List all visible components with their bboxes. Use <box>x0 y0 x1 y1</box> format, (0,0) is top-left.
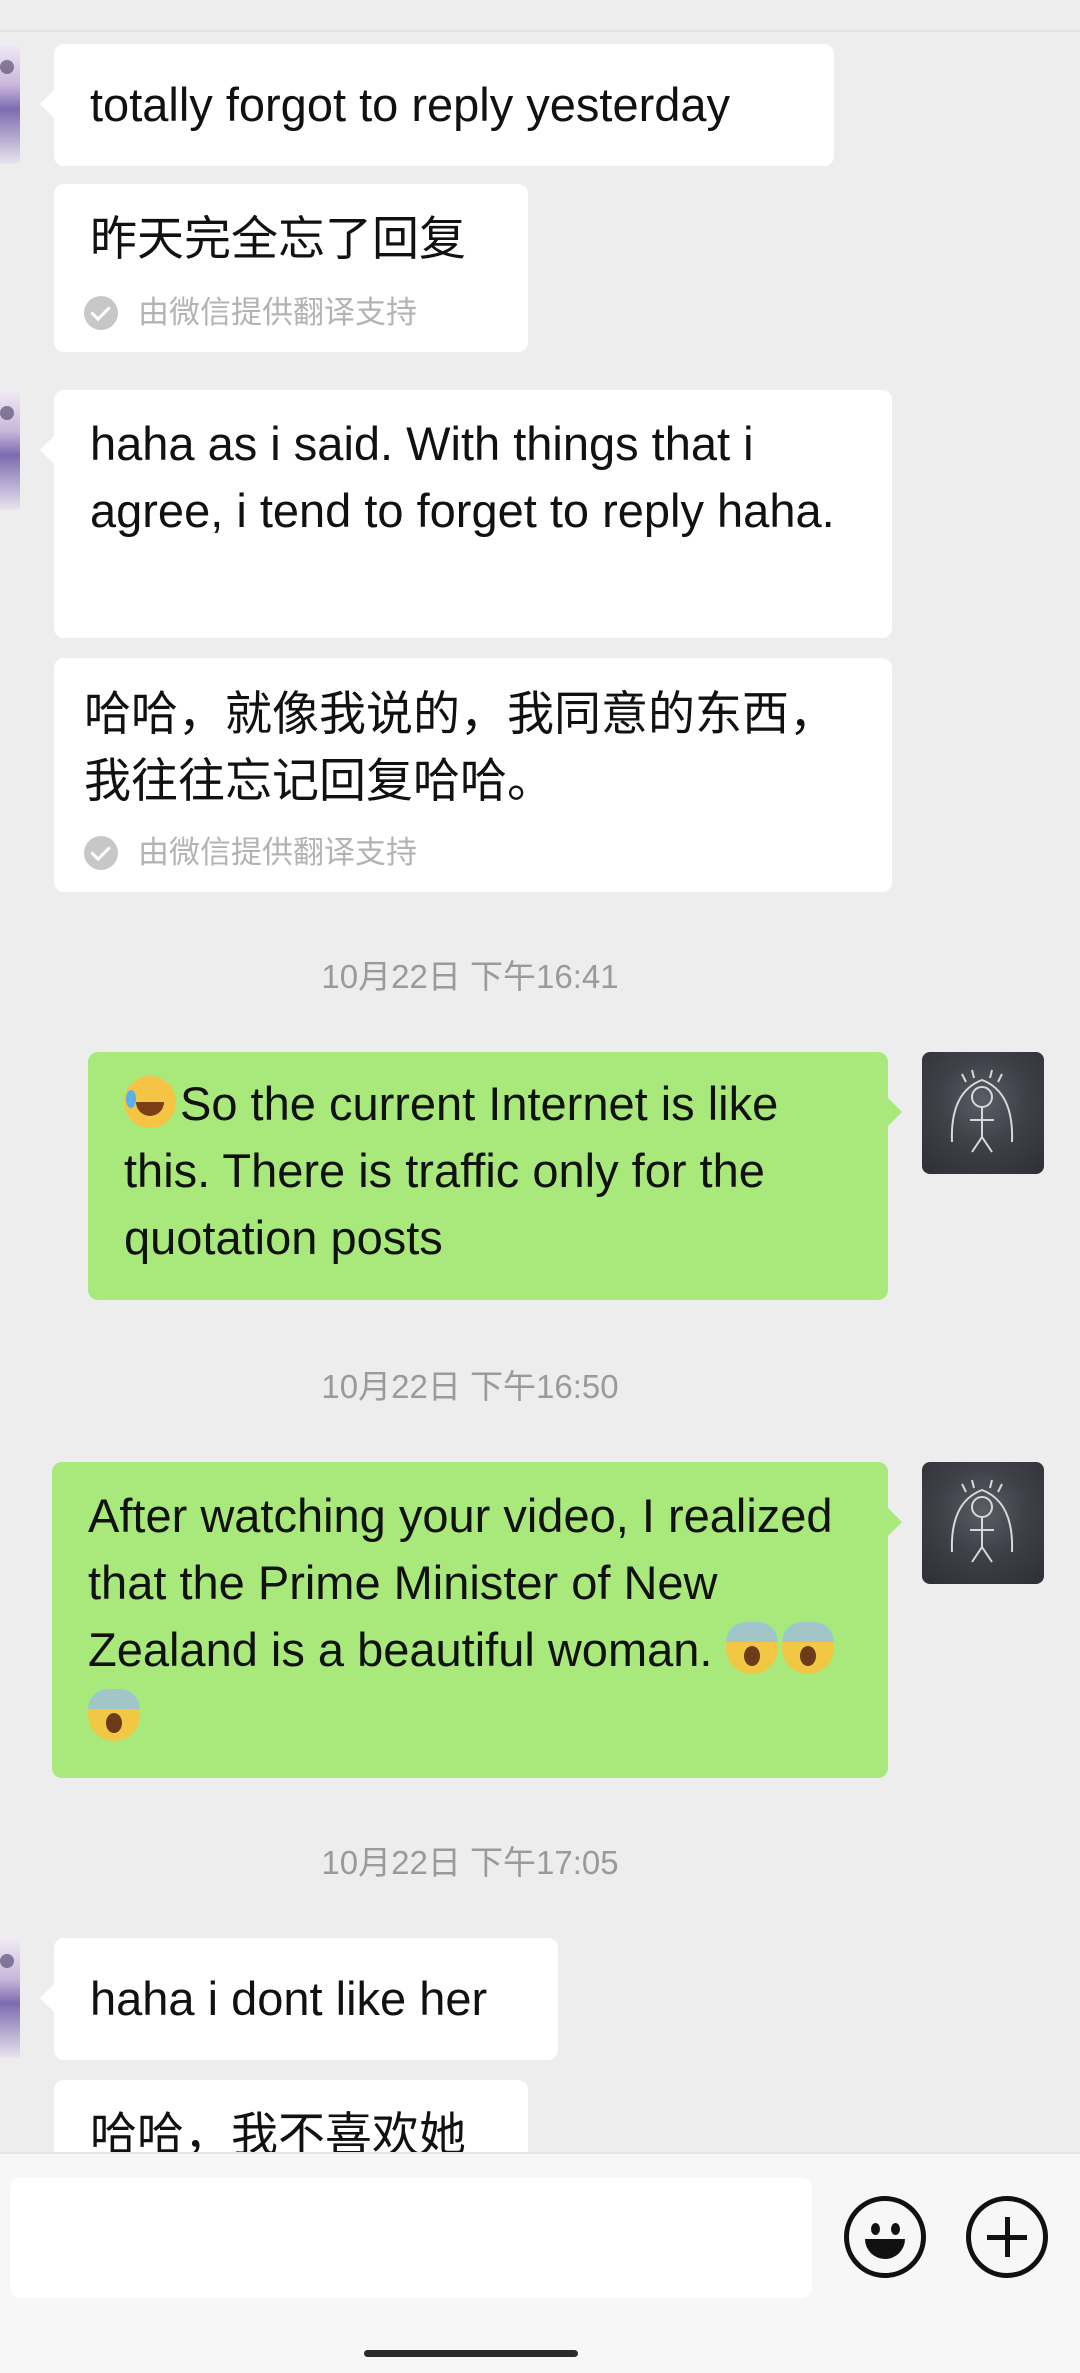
timestamp: 10月22日 下午16:50 <box>321 1368 619 1405</box>
message-text: haha as i said. With things that i agree… <box>90 417 835 537</box>
sketch-figure-icon <box>950 1479 1014 1563</box>
contact-avatar[interactable] <box>0 388 20 510</box>
message-text: totally forgot to reply yesterday <box>90 78 731 131</box>
smiley-face-icon <box>871 2223 880 2235</box>
my-avatar[interactable] <box>922 1052 1044 1174</box>
incoming-message[interactable]: haha as i said. With things that i agree… <box>40 390 892 638</box>
translation-bubble[interactable]: 哈哈，就像我说的，我同意的东西，我往往忘记回复哈哈。 由微信提供翻译支持 <box>54 658 892 892</box>
emoji-button[interactable] <box>844 2196 926 2278</box>
timestamp: 10月22日 下午16:41 <box>321 958 619 995</box>
chat-area[interactable]: totally forgot to reply yesterday 昨天完全忘了… <box>0 0 1080 2152</box>
outgoing-message[interactable]: After watching your video, I realized th… <box>52 1462 902 1778</box>
message-input[interactable] <box>10 2178 812 2298</box>
translation-note: 由微信提供翻译支持 <box>54 296 528 330</box>
translation-bubble[interactable]: 哈哈，我不喜欢她 <box>54 2080 528 2152</box>
translated-text: 昨天完全忘了回复 <box>90 212 466 265</box>
outgoing-message[interactable]: So the current Internet is like this. Th… <box>88 1052 902 1300</box>
my-avatar[interactable] <box>922 1462 1044 1584</box>
message-text: haha i dont like her <box>90 1972 488 2025</box>
contact-avatar[interactable] <box>0 1936 20 2058</box>
top-divider <box>0 30 1080 32</box>
incoming-message[interactable]: totally forgot to reply yesterday <box>40 44 834 166</box>
translation-note-text: 由微信提供翻译支持 <box>138 835 417 870</box>
translated-text: 哈哈，我不喜欢她 <box>90 2108 466 2152</box>
translation-note: 由微信提供翻译支持 <box>54 836 892 870</box>
home-indicator[interactable] <box>364 2350 578 2357</box>
smiley-eye <box>891 2223 900 2235</box>
translation-note-text: 由微信提供翻译支持 <box>138 295 417 330</box>
translation-bubble[interactable]: 昨天完全忘了回复 由微信提供翻译支持 <box>54 184 528 352</box>
timestamp: 10月22日 下午17:05 <box>321 1844 619 1881</box>
smiley-mouth <box>865 2239 905 2259</box>
input-bar <box>0 2152 1080 2373</box>
check-circle-icon <box>84 836 118 870</box>
screaming-emoji <box>725 1622 778 1674</box>
screaming-emoji <box>781 1622 834 1674</box>
contact-avatar[interactable] <box>0 42 20 164</box>
message-text: After watching your video, I realized th… <box>88 1489 833 1676</box>
sketch-figure-icon <box>950 1069 1014 1153</box>
check-circle-icon <box>84 296 118 330</box>
laughing-crying-emoji <box>124 1076 176 1128</box>
screaming-emoji <box>88 1689 140 1741</box>
more-button[interactable] <box>966 2196 1048 2278</box>
plus-vertical-stroke <box>1005 2217 1010 2257</box>
message-text: So the current Internet is like this. Th… <box>124 1077 779 1264</box>
incoming-message[interactable]: haha i dont like her <box>40 1938 558 2060</box>
translated-text: 哈哈，就像我说的，我同意的东西，我往往忘记回复哈哈。 <box>84 687 836 807</box>
